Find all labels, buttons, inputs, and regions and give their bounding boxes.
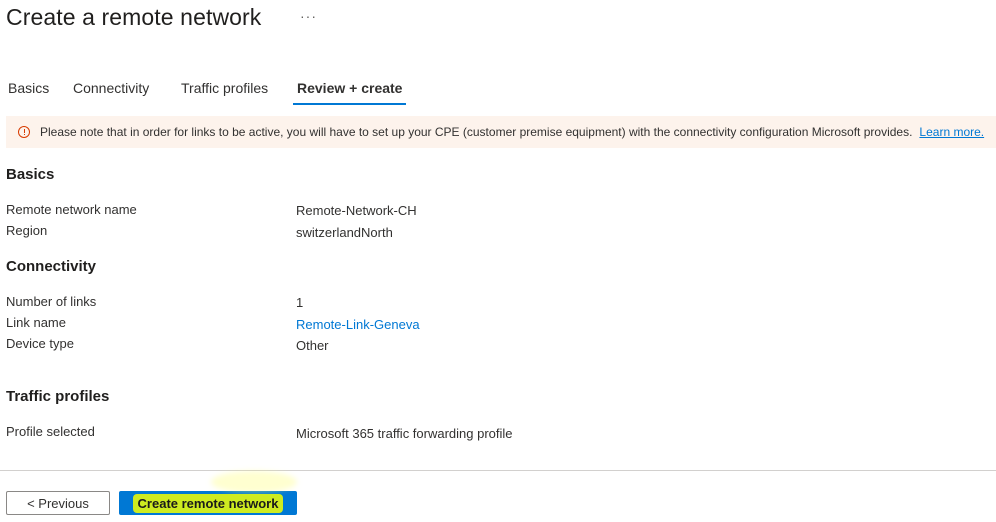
banner-message: Please note that in order for links to b… [40, 125, 913, 139]
tab-review-create[interactable]: Review + create [292, 80, 407, 105]
tab-connectivity[interactable]: Connectivity [73, 80, 149, 104]
create-button-label: Create remote network [132, 493, 284, 513]
section-heading-traffic-profiles: Traffic profiles [6, 388, 110, 405]
tab-basics[interactable]: Basics [8, 80, 49, 104]
learn-more-link[interactable]: Learn more. [919, 125, 984, 139]
create-remote-network-page: Create a remote network ··· Basics Conne… [0, 0, 996, 522]
field-value-region: switzerlandNorth [296, 225, 393, 240]
link-name-link[interactable]: Remote-Link-Geneva [296, 317, 420, 332]
info-banner: Please note that in order for links to b… [6, 116, 996, 148]
page-title: Create a remote network [6, 4, 262, 30]
section-heading-basics: Basics [6, 166, 55, 183]
field-label-device-type: Device type [6, 336, 74, 351]
field-label-link-name: Link name [6, 315, 66, 330]
footer-divider [0, 470, 996, 471]
ellipsis-icon[interactable]: ··· [300, 8, 317, 24]
tab-traffic-profiles[interactable]: Traffic profiles [181, 80, 268, 104]
field-value-device-type: Other [296, 338, 329, 353]
highlight-glow [211, 471, 297, 493]
previous-button[interactable]: < Previous [6, 491, 110, 515]
info-circle-icon [18, 126, 30, 138]
field-value-number-of-links: 1 [296, 295, 304, 310]
field-label-region: Region [6, 223, 48, 238]
create-remote-network-button[interactable]: Create remote network [119, 471, 297, 515]
field-label-remote-network-name: Remote network name [6, 202, 137, 217]
field-value-remote-network-name: Remote-Network-CH [296, 203, 417, 218]
section-heading-connectivity: Connectivity [6, 258, 97, 275]
field-label-number-of-links: Number of links [6, 294, 97, 309]
field-value-profile-selected: Microsoft 365 traffic forwarding profile [296, 426, 513, 441]
field-label-profile-selected: Profile selected [6, 424, 95, 439]
